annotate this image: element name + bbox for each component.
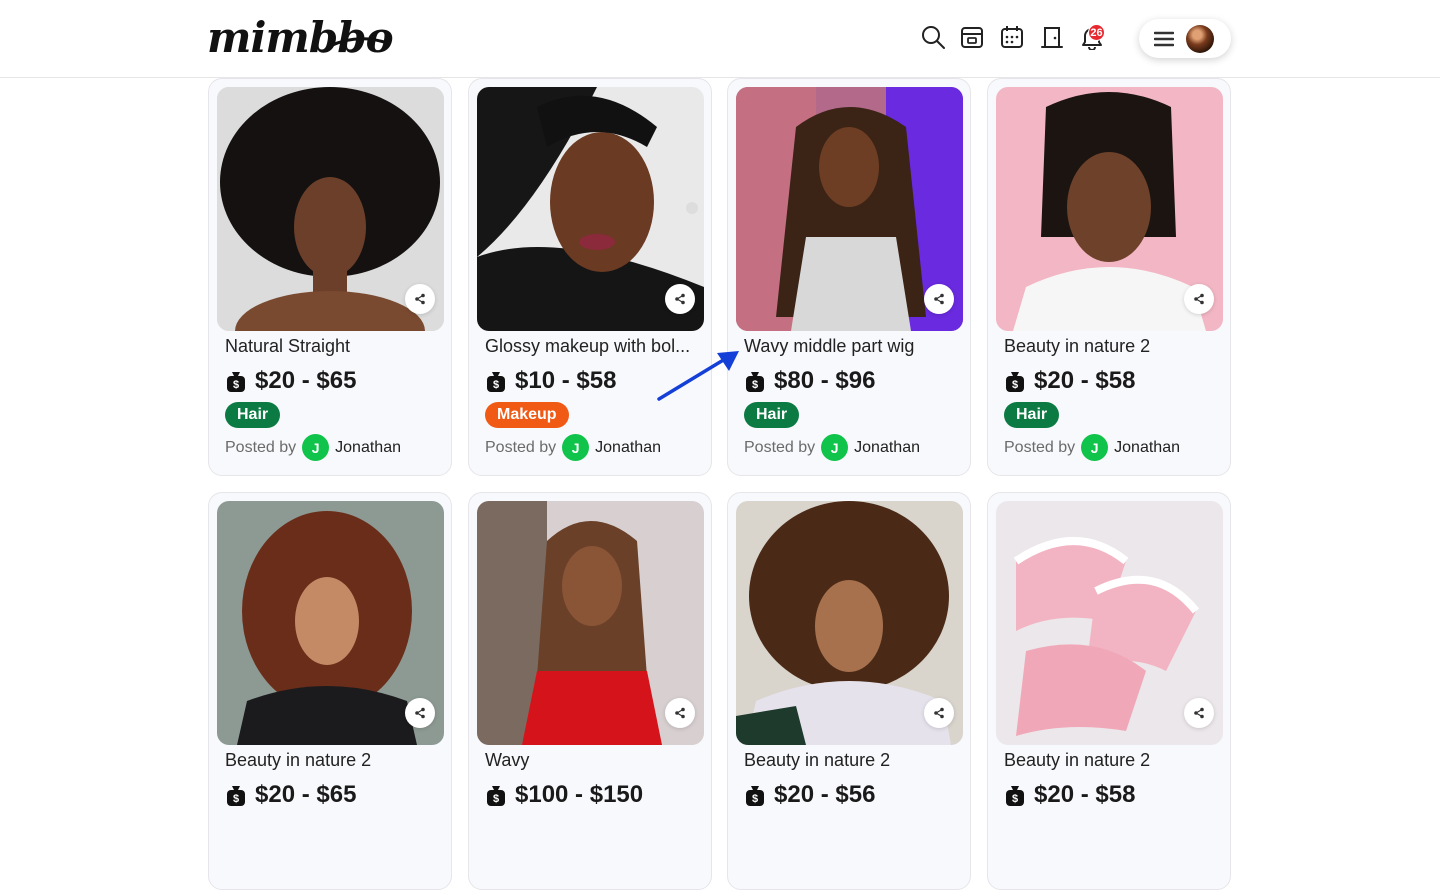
- listing-title: Wavy: [485, 750, 530, 770]
- listing-price: $20 - $58: [1034, 781, 1136, 808]
- author-name[interactable]: Jonathan: [854, 439, 920, 457]
- listing-title: Beauty in nature 2: [1004, 336, 1151, 356]
- listing-card[interactable]: Beauty in nature 2 $ $20 - $58 Hair Post…: [987, 78, 1231, 476]
- category-tag-makeup: Makeup: [485, 402, 569, 428]
- posted-by: Posted by J Jonathan: [744, 434, 920, 461]
- price-row: $ $20 - $65: [225, 367, 356, 395]
- posted-by-label: Posted by: [1004, 438, 1076, 456]
- listing-card[interactable]: Wavy $ $100 - $150: [468, 492, 712, 890]
- listing-card[interactable]: Beauty in nature 2 $ $20 - $56: [727, 492, 971, 890]
- share-icon: [1194, 707, 1204, 719]
- svg-text:$: $: [493, 793, 499, 805]
- store-icon[interactable]: [957, 22, 987, 52]
- share-button[interactable]: [1184, 284, 1214, 314]
- user-menu-button[interactable]: [1139, 19, 1231, 58]
- share-icon: [1194, 293, 1204, 305]
- money-bag-icon: $: [1006, 786, 1024, 806]
- money-bag-icon: $: [487, 786, 505, 806]
- listing-title: Wavy middle part wig: [744, 336, 915, 356]
- share-icon: [934, 707, 944, 719]
- listing-title: Beauty in nature 2: [744, 750, 891, 770]
- logo-swash: [328, 37, 386, 48]
- share-icon: [675, 707, 685, 719]
- price-row: $ $20 - $56: [744, 781, 875, 809]
- price-row: $ $20 - $65: [225, 781, 356, 809]
- author-avatar: J: [821, 434, 849, 461]
- listing-title: Natural Straight: [225, 336, 351, 356]
- user-avatar: [1186, 24, 1214, 53]
- author-name[interactable]: Jonathan: [335, 439, 401, 457]
- posted-by-label: Posted by: [225, 438, 297, 456]
- author-avatar: J: [562, 434, 590, 461]
- listing-card[interactable]: Beauty in nature 2 $ $20 - $58: [987, 492, 1231, 890]
- share-button[interactable]: [665, 284, 695, 314]
- door-icon[interactable]: [1037, 22, 1067, 52]
- posted-by-label: Posted by: [485, 438, 557, 456]
- share-button[interactable]: [1184, 698, 1214, 728]
- listing-title: Beauty in nature 2: [1004, 750, 1151, 770]
- share-button[interactable]: [665, 698, 695, 728]
- listing-price: $20 - $65: [255, 367, 357, 394]
- money-bag-icon: $: [487, 372, 505, 392]
- listing-card[interactable]: Wavy middle part wig $ $80 - $96 Hair Po…: [727, 78, 971, 476]
- svg-text:$: $: [1012, 793, 1018, 805]
- money-bag-icon: $: [746, 372, 764, 392]
- money-bag-icon: $: [227, 786, 245, 806]
- svg-text:$: $: [752, 793, 758, 805]
- svg-text:$: $: [1012, 379, 1018, 391]
- listing-price: $20 - $65: [255, 781, 357, 808]
- listing-price: $20 - $56: [774, 781, 876, 808]
- price-row: $ $100 - $150: [485, 781, 643, 809]
- top-header: mimbbo 26: [0, 0, 1440, 78]
- share-button[interactable]: [405, 698, 435, 728]
- share-button[interactable]: [405, 284, 435, 314]
- category-tag-hair: Hair: [225, 402, 281, 428]
- money-bag-icon: $: [746, 786, 764, 806]
- price-row: $ $20 - $58: [1004, 367, 1135, 395]
- svg-text:$: $: [233, 379, 239, 391]
- posted-by: Posted by J Jonathan: [225, 434, 401, 461]
- calendar-icon[interactable]: [997, 22, 1027, 52]
- posted-by-label: Posted by: [744, 438, 816, 456]
- listing-price: $20 - $58: [1034, 367, 1136, 394]
- notification-badge: 26: [1088, 24, 1105, 41]
- listing-card[interactable]: Natural Straight $ $20 - $65 Hair Posted…: [208, 78, 452, 476]
- price-row: $ $80 - $96: [744, 367, 875, 395]
- money-bag-icon: $: [227, 372, 245, 392]
- listing-card[interactable]: Beauty in nature 2 $ $20 - $65: [208, 492, 452, 890]
- price-row: $ $20 - $58: [1004, 781, 1135, 809]
- search-icon[interactable]: [918, 22, 948, 52]
- listing-grid: Natural Straight $ $20 - $65 Hair Posted…: [0, 0, 1440, 890]
- svg-text:$: $: [752, 379, 758, 391]
- posted-by: Posted by J Jonathan: [485, 434, 661, 461]
- money-bag-icon: $: [1006, 372, 1024, 392]
- listing-price: $80 - $96: [774, 367, 876, 394]
- share-button[interactable]: [924, 284, 954, 314]
- listing-price: $10 - $58: [515, 367, 617, 394]
- listing-title: Beauty in nature 2: [225, 750, 372, 770]
- share-button[interactable]: [924, 698, 954, 728]
- posted-by: Posted by J Jonathan: [1004, 434, 1180, 461]
- category-tag-hair: Hair: [1004, 402, 1060, 428]
- svg-text:$: $: [233, 793, 239, 805]
- share-icon: [675, 293, 685, 305]
- share-icon: [934, 293, 944, 305]
- annotation-arrow: [657, 351, 739, 401]
- author-avatar: J: [1081, 434, 1109, 461]
- author-name[interactable]: Jonathan: [595, 439, 661, 457]
- share-icon: [415, 707, 425, 719]
- author-name[interactable]: Jonathan: [1114, 439, 1180, 457]
- listing-card[interactable]: Glossy makeup with bol... $ $10 - $58 Ma…: [468, 78, 712, 476]
- price-row: $ $10 - $58: [485, 367, 616, 395]
- listing-price: $100 - $150: [515, 781, 644, 808]
- hamburger-menu-icon: [1154, 31, 1174, 46]
- category-tag-hair: Hair: [744, 402, 800, 428]
- carousel-next-dot[interactable]: [686, 202, 698, 214]
- svg-text:$: $: [493, 379, 499, 391]
- share-icon: [415, 293, 425, 305]
- author-avatar: J: [302, 434, 330, 461]
